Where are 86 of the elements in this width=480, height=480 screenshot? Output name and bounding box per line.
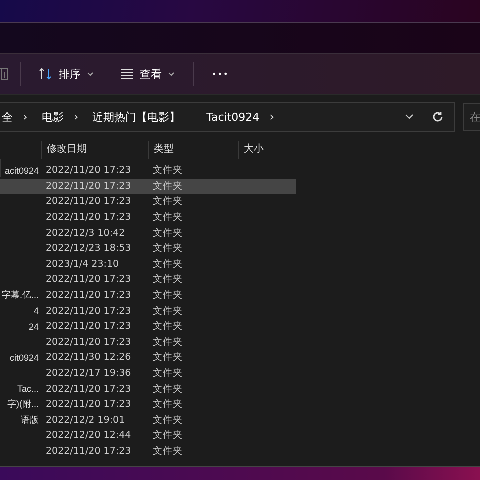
sort-button[interactable]: 排序 <box>31 62 102 86</box>
modified-date: 2022/11/20 17:23 <box>45 384 132 395</box>
modified-date: 2022/11/20 17:23 <box>45 399 132 410</box>
file-row[interactable]: 2022/11/20 17:23 文件夹 <box>0 194 296 210</box>
file-row[interactable]: 24 2022/11/20 17:23 文件夹 <box>0 318 296 335</box>
file-type: 文件夹 <box>152 289 184 302</box>
file-row[interactable]: 4 2022/11/20 17:23 文件夹 <box>0 303 296 319</box>
file-row[interactable]: 2022/12/20 12:44 文件夹 <box>0 428 296 444</box>
file-row[interactable]: 2023/1/4 23:10 文件夹 <box>0 256 296 272</box>
file-type: 文件夹 <box>152 180 184 193</box>
file-type: 文件夹 <box>152 273 184 286</box>
file-row[interactable]: 2022/11/20 17:23 文件夹 <box>0 444 296 460</box>
modified-date: 2022/11/30 12:26 <box>45 352 132 364</box>
breadcrumb-arrow[interactable]: › <box>70 110 91 124</box>
file-row[interactable]: acit0924 2022/11/20 17:23 文件夹 <box>0 163 296 179</box>
modified-date: 2022/11/20 17:23 <box>45 196 132 208</box>
file-type: 文件夹 <box>152 211 184 224</box>
file-row[interactable]: 语版 2022/12/2 19:01 文件夹 <box>0 412 296 428</box>
file-type: 文件夹 <box>152 367 184 380</box>
file-name: 4 <box>34 306 40 316</box>
file-type: 文件夹 <box>152 195 184 208</box>
file-type: 文件夹 <box>152 382 184 396</box>
file-row[interactable]: cit0924 2022/11/30 12:26 文件夹 <box>0 350 296 366</box>
modified-date: 2022/12/2 19:01 <box>45 414 126 426</box>
file-type: 文件夹 <box>152 242 184 256</box>
file-type: 文件夹 <box>152 320 184 334</box>
modified-date: 2022/12/17 19:36 <box>45 368 132 380</box>
modified-date: 2022/12/23 18:53 <box>45 243 132 254</box>
list-icon <box>120 69 134 79</box>
file-row[interactable]: 2022/12/17 19:36 文件夹 <box>0 366 296 382</box>
modified-date: 2022/11/20 17:23 <box>45 446 132 457</box>
file-row[interactable]: 2022/12/3 10:42 文件夹 <box>0 225 296 241</box>
file-row[interactable]: 2022/11/20 17:23 文件夹 <box>0 334 296 350</box>
file-type: 文件夹 <box>152 258 184 271</box>
file-row[interactable]: Tac... 2022/11/20 17:23 文件夹 <box>0 381 296 397</box>
modified-date: 2022/12/20 12:44 <box>45 430 132 442</box>
file-type: 文件夹 <box>152 398 184 412</box>
modified-date: 2022/12/3 10:42 <box>45 228 126 239</box>
modified-date: 2022/11/20 17:23 <box>45 180 132 192</box>
column-header[interactable]: 类型 <box>148 141 238 159</box>
file-name: 24 <box>28 322 40 332</box>
file-type: 文件夹 <box>152 336 184 349</box>
breadcrumb[interactable]: Tacit0924 <box>204 110 266 124</box>
file-name: cit0924 <box>10 352 40 363</box>
address-bar[interactable]: 全 › 电影 › 近期热门【电影】 Tacit0924 › <box>0 102 455 132</box>
file-name: acit0924 <box>4 166 40 176</box>
file-row[interactable]: 2022/11/20 17:23 文件夹 <box>0 178 296 194</box>
sort-icon <box>39 68 53 80</box>
file-name: 字)(附... <box>8 398 40 412</box>
breadcrumb-arrow[interactable]: › <box>266 110 286 124</box>
file-row[interactable]: 2022/12/23 18:53 文件夹 <box>0 240 296 257</box>
file-name: 语版 <box>21 414 40 427</box>
file-type: 文件夹 <box>152 304 184 318</box>
chevron-down-icon[interactable] <box>405 114 414 120</box>
file-type: 文件夹 <box>152 164 184 178</box>
more-button[interactable]: ••• <box>204 66 238 82</box>
breadcrumb[interactable]: 电影 <box>40 110 70 124</box>
file-row[interactable]: 2022/11/20 17:23 文件夹 <box>0 272 296 288</box>
modified-date: 2022/11/20 17:23 <box>45 321 132 332</box>
modified-date: 2023/1/4 23:10 <box>45 258 120 270</box>
modified-date: 2022/11/20 17:23 <box>45 165 132 176</box>
file-type: 文件夹 <box>152 414 184 427</box>
breadcrumb-arrow[interactable]: › <box>19 110 40 124</box>
file-type: 文件夹 <box>152 351 184 364</box>
file-type: 文件夹 <box>152 429 184 442</box>
trash-icon[interactable] <box>0 66 10 82</box>
caret-icon <box>168 72 175 76</box>
caret-icon <box>87 72 94 76</box>
column-header[interactable]: 大小 <box>238 141 297 159</box>
file-name: 字幕.亿... <box>2 289 40 302</box>
modified-date: 2022/11/20 17:23 <box>45 336 132 348</box>
file-type: 文件夹 <box>152 226 184 240</box>
file-row[interactable]: 字幕.亿... 2022/11/20 17:23 文件夹 <box>0 288 296 304</box>
modified-date: 2022/11/20 17:23 <box>45 274 132 286</box>
refresh-icon[interactable] <box>432 111 444 123</box>
file-row[interactable]: 2022/11/20 17:23 文件夹 <box>0 210 296 226</box>
view-button[interactable]: 查看 <box>112 62 183 86</box>
breadcrumb[interactable]: 全 <box>0 110 19 124</box>
file-name: Tac... <box>17 384 40 394</box>
file-row[interactable]: 字)(附... 2022/11/20 17:23 文件夹 <box>0 396 296 412</box>
breadcrumb[interactable]: 近期热门【电影】 <box>90 110 187 124</box>
modified-date: 2022/11/20 17:23 <box>45 290 132 302</box>
modified-date: 2022/11/20 17:23 <box>45 306 132 317</box>
file-type: 文件夹 <box>152 444 184 458</box>
modified-date: 2022/11/20 17:23 <box>45 212 132 224</box>
column-header[interactable]: 修改日期 <box>41 141 148 159</box>
